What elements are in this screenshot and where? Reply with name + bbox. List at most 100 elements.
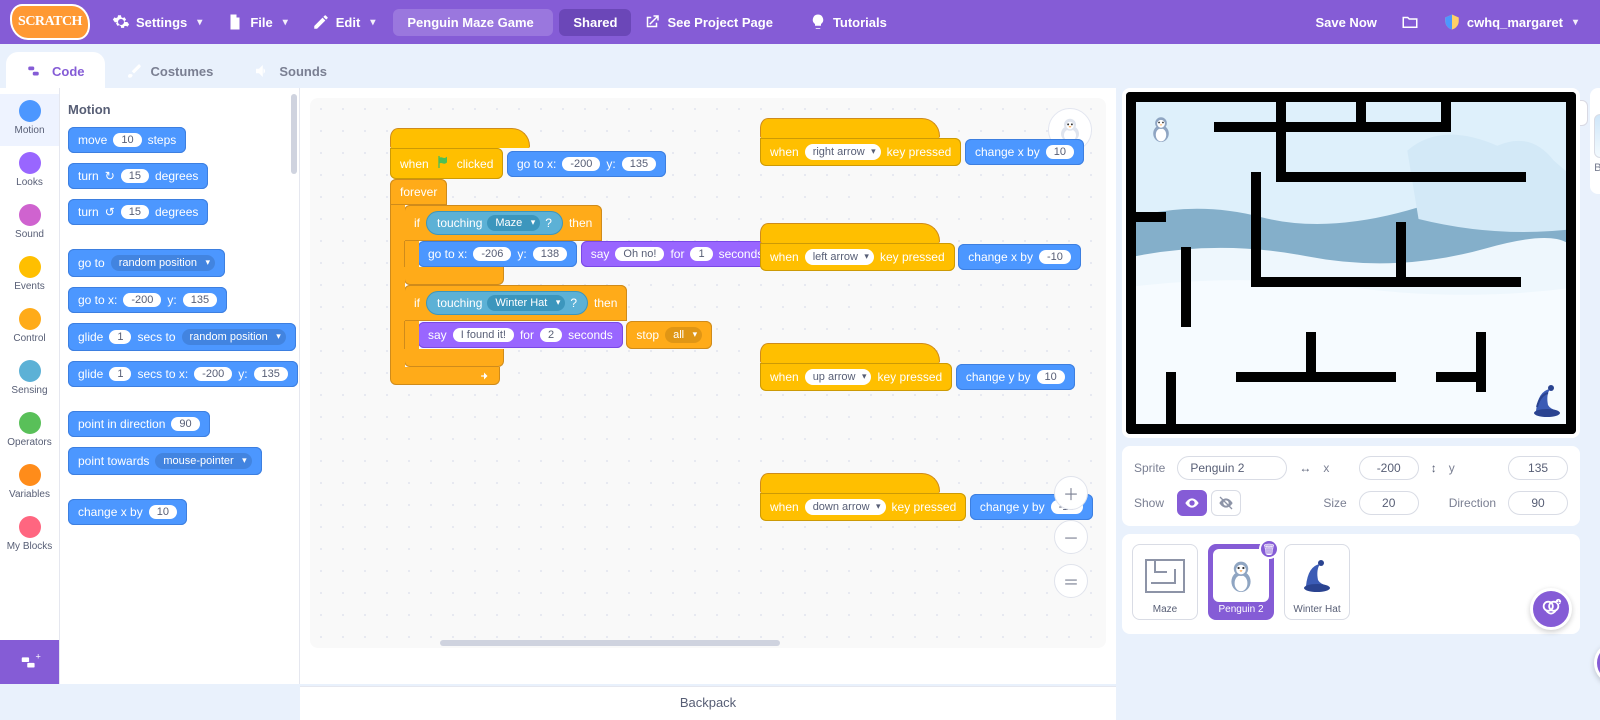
block-point-towards[interactable]: point towardsmouse-pointer	[68, 447, 262, 475]
add-sprite-button[interactable]: +	[1530, 588, 1572, 630]
tab-code-label: Code	[52, 64, 85, 79]
stage-thumbnail	[1594, 114, 1600, 158]
see-project-page-button[interactable]: See Project Page	[631, 9, 785, 35]
block-turn-cw[interactable]: turn↻15degrees	[68, 163, 208, 189]
palette-heading: Motion	[68, 102, 289, 117]
hat-icon	[1302, 560, 1332, 592]
sprite-x-input[interactable]: -200	[1359, 456, 1419, 480]
zoom-reset-button[interactable]: ＝	[1054, 564, 1088, 598]
workspace-h-scrollbar[interactable]	[440, 640, 780, 646]
y-icon: ↕	[1431, 461, 1437, 475]
sprite-tile-maze[interactable]: Maze	[1132, 544, 1198, 620]
avatar-icon	[1443, 13, 1461, 31]
backdrops-count: 3	[1594, 174, 1600, 186]
block-move-steps[interactable]: move10steps	[68, 127, 186, 153]
category-my-blocks[interactable]: My Blocks	[0, 510, 59, 562]
script-down-arrow[interactable]: whendown arrowkey pressed change y by-10	[760, 473, 1093, 521]
rotate-ccw-icon: ↺	[105, 205, 115, 219]
file-icon	[226, 13, 244, 31]
block-palette: Motion move10steps turn↻15degrees turn↺1…	[60, 88, 300, 684]
block-go-to-xy[interactable]: go to x:-200y:135	[68, 287, 227, 313]
tutorials-button[interactable]: Tutorials	[797, 9, 899, 35]
block-turn-ccw[interactable]: turn↺15degrees	[68, 199, 208, 225]
editor-tabs: Code Costumes Sounds	[0, 44, 1600, 88]
sprite-info-panel: Sprite Penguin 2 ↔ x -200 ↕ y 135 Show S…	[1122, 446, 1580, 526]
script-main[interactable]: when clicked go to x:-200y:135 forever i…	[390, 128, 773, 385]
project-title-input[interactable]: Penguin Maze Game	[393, 9, 553, 36]
category-motion[interactable]: Motion	[0, 94, 59, 146]
sprite-tile-winter-hat[interactable]: Winter Hat	[1284, 544, 1350, 620]
stage-sprite-penguin	[1148, 114, 1174, 147]
category-sensing[interactable]: Sensing	[0, 354, 59, 406]
settings-menu[interactable]: Settings	[100, 9, 214, 35]
category-sound[interactable]: Sound	[0, 198, 59, 250]
backdrops-label: Backdrops	[1594, 162, 1600, 174]
block-glide-to[interactable]: glide1secs torandom position	[68, 323, 296, 351]
stage-panel-title: Stage	[1594, 96, 1600, 108]
my-stuff-button[interactable]	[1389, 9, 1431, 35]
backpack-panel[interactable]: Backpack	[300, 686, 1116, 720]
sprite-tile-penguin[interactable]: 🗑 Penguin 2	[1208, 544, 1274, 620]
lightbulb-icon	[809, 13, 827, 31]
tab-costumes[interactable]: Costumes	[105, 52, 234, 88]
add-extension-button[interactable]: +	[0, 640, 59, 684]
sprite-y-input[interactable]: 135	[1508, 456, 1568, 480]
block-point-direction[interactable]: point in direction90	[68, 411, 210, 437]
script-left-arrow[interactable]: whenleft arrowkey pressed change x by-10	[760, 223, 1081, 271]
category-control[interactable]: Control	[0, 302, 59, 354]
add-backdrop-button[interactable]	[1594, 642, 1600, 684]
scratch-logo[interactable]: SCRATCH	[10, 4, 90, 40]
account-menu[interactable]: cwhq_margaret	[1431, 9, 1590, 35]
pencil-icon	[312, 13, 330, 31]
svg-text:+: +	[1557, 598, 1561, 606]
category-events[interactable]: Events	[0, 250, 59, 302]
penguin-icon	[1225, 557, 1257, 595]
file-label: File	[250, 15, 272, 30]
stage-sprite-winter-hat	[1532, 385, 1562, 420]
palette-scrollbar[interactable]	[291, 94, 297, 174]
username-label: cwhq_margaret	[1467, 15, 1563, 30]
script-up-arrow[interactable]: whenup arrowkey pressed change y by10	[760, 343, 1075, 391]
save-now-button[interactable]: Save Now	[1303, 11, 1388, 34]
block-change-x[interactable]: change x by10	[68, 499, 187, 525]
edit-menu[interactable]: Edit	[300, 9, 388, 35]
sprite-direction-input[interactable]: 90	[1508, 491, 1568, 515]
file-menu[interactable]: File	[214, 9, 299, 35]
stage-preview[interactable]	[1122, 88, 1580, 438]
sprite-list: Maze 🗑 Penguin 2 Winter Hat +	[1122, 534, 1580, 634]
category-operators[interactable]: Operators	[0, 406, 59, 458]
category-variables[interactable]: Variables	[0, 458, 59, 510]
shared-button[interactable]: Shared	[559, 9, 631, 36]
sprite-size-input[interactable]: 20	[1359, 491, 1419, 515]
delete-sprite-button[interactable]: 🗑	[1259, 539, 1279, 559]
block-glide-to-xy[interactable]: glide1secs to x:-200y:135	[68, 361, 298, 387]
hide-sprite-button[interactable]	[1211, 490, 1241, 516]
sprite-name-label: Sprite	[1134, 461, 1165, 475]
sprite-name-input[interactable]: Penguin 2	[1177, 456, 1287, 480]
rotate-cw-icon: ↻	[105, 169, 115, 183]
svg-text:+: +	[35, 651, 40, 661]
tab-costumes-label: Costumes	[151, 64, 214, 79]
edit-label: Edit	[336, 15, 361, 30]
tab-code[interactable]: Code	[6, 52, 105, 88]
block-go-to[interactable]: go torandom position	[68, 249, 225, 277]
see-project-label: See Project Page	[667, 15, 773, 30]
code-workspace[interactable]: when clicked go to x:-200y:135 forever i…	[300, 88, 1116, 684]
code-icon	[26, 62, 44, 80]
brush-icon	[125, 62, 143, 80]
script-right-arrow[interactable]: whenright arrowkey pressed change x by10	[760, 118, 1084, 166]
block-categories: Motion Looks Sound Events Control Sensin…	[0, 88, 60, 684]
show-sprite-button[interactable]	[1177, 490, 1207, 516]
tab-sounds-label: Sounds	[279, 64, 327, 79]
tab-sounds[interactable]: Sounds	[233, 52, 347, 88]
external-link-icon	[643, 13, 661, 31]
gear-icon	[112, 13, 130, 31]
maze-icon	[1145, 559, 1185, 593]
stage-panel[interactable]: Stage Backdrops 3	[1590, 88, 1600, 194]
xy-icon: ↔	[1299, 461, 1311, 475]
zoom-out-button[interactable]: －	[1054, 520, 1088, 554]
sound-icon	[253, 62, 271, 80]
flag-icon	[435, 154, 451, 173]
zoom-in-button[interactable]: ＋	[1054, 476, 1088, 510]
category-looks[interactable]: Looks	[0, 146, 59, 198]
